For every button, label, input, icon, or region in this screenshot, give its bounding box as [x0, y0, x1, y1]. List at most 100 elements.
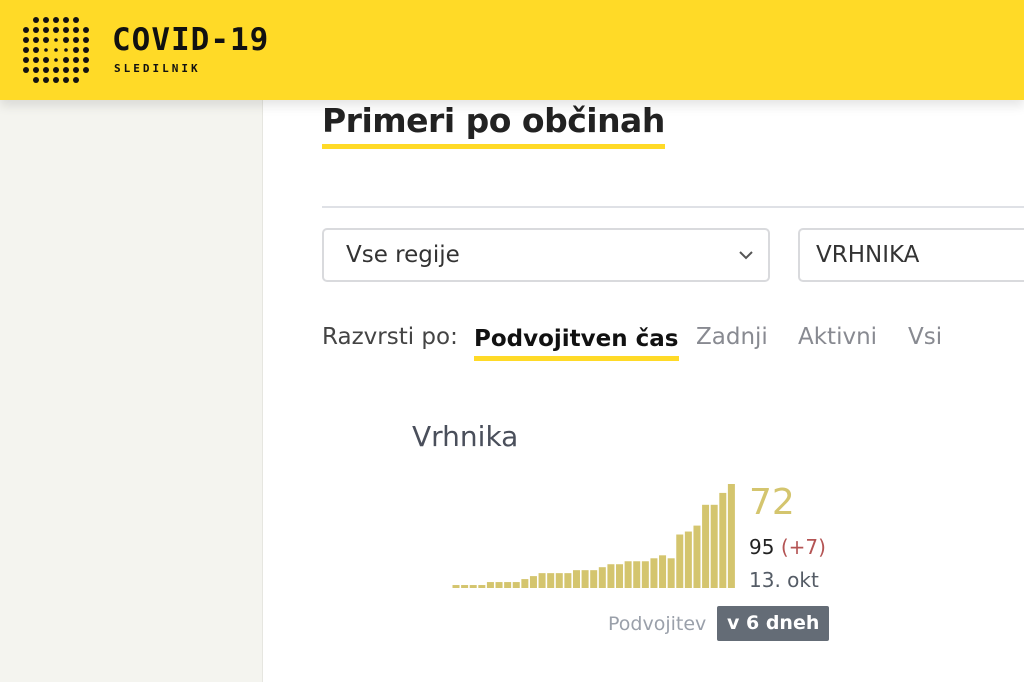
total-cases-value: 95 [749, 535, 775, 559]
municipality-name: Vrhnika [412, 420, 519, 453]
logo-dot [73, 27, 79, 33]
chart-bar [616, 564, 624, 588]
chart-bar [624, 561, 632, 588]
chart-bar [719, 492, 727, 588]
sort-label: Razvrsti po: [322, 324, 458, 350]
logo-dot [63, 17, 69, 23]
region-select[interactable]: Vse regije [322, 228, 770, 282]
chart-bar [555, 573, 563, 588]
doubling-badge: v 6 dneh [717, 606, 830, 641]
logo-dot [23, 27, 29, 33]
municipality-select[interactable]: VRHNIKA [798, 228, 1024, 282]
cases-delta: (+7) [780, 535, 826, 559]
sort-option-active[interactable]: Aktivni [798, 324, 877, 350]
chart-bar [667, 558, 675, 588]
site-header: COVID-19 SLEDILNIK [0, 0, 1024, 100]
chart-bar [461, 585, 469, 588]
section-divider [322, 206, 1024, 208]
chart-bar [590, 570, 598, 588]
logo-dot [33, 17, 39, 23]
logo-dot [43, 17, 49, 23]
chart-bar [607, 564, 615, 588]
logo-dot [63, 77, 69, 83]
page-title: Primeri po občinah [322, 100, 665, 149]
chart-bar [693, 525, 701, 588]
chart-bar [452, 585, 460, 588]
chart-bar [512, 582, 520, 588]
logo-dot [23, 67, 29, 73]
logo-dot [73, 57, 79, 63]
logo-dot [44, 48, 48, 52]
logo-dot [43, 67, 49, 73]
logo-dot [53, 27, 59, 33]
chart-bar [521, 579, 529, 588]
logo-title[interactable]: COVID-19 [112, 22, 269, 58]
logo-dot [73, 77, 79, 83]
logo-dot [63, 37, 69, 43]
chart-bar [581, 570, 589, 588]
logo-dot [83, 37, 89, 43]
logo-dot [43, 57, 49, 63]
logo-dot [23, 37, 29, 43]
logo-dot [83, 47, 89, 53]
logo-dot [33, 37, 39, 43]
logo-subtitle[interactable]: SLEDILNIK [114, 62, 201, 75]
logo-dot [73, 67, 79, 73]
logo-dot [64, 48, 68, 52]
chart-bar [659, 555, 667, 588]
logo-dot [23, 57, 29, 63]
logo-dot [23, 47, 29, 53]
sidebar [0, 100, 263, 682]
chart-bar [710, 504, 718, 588]
active-cases-value: 72 [749, 482, 795, 523]
chart-bar [633, 561, 641, 588]
doubling-label: Podvojitev [608, 613, 707, 635]
logo-dot [53, 17, 59, 23]
logo-dot [43, 77, 49, 83]
chart-bar [504, 582, 512, 588]
total-cases: 95 (+7) [749, 535, 826, 559]
dots-grid-logo-icon[interactable] [18, 12, 94, 88]
logo-dot [54, 58, 58, 62]
logo-dot [33, 77, 39, 83]
logo-dot [63, 67, 69, 73]
chart-bar [547, 573, 555, 588]
chevron-down-icon [739, 251, 753, 260]
logo-dot [43, 37, 49, 43]
sort-option-doubling-time[interactable]: Podvojitven čas [474, 322, 679, 361]
logo-dot [63, 57, 69, 63]
logo-dot [83, 57, 89, 63]
logo-dot [73, 47, 79, 53]
chart-bar [702, 504, 710, 588]
logo-dot [33, 47, 39, 53]
logo-dot [33, 67, 39, 73]
chart-bar [641, 561, 649, 588]
chart-bar [676, 534, 684, 588]
logo-dot [83, 67, 89, 73]
chart-bar [598, 567, 606, 588]
region-select-value: Vse regije [346, 242, 460, 268]
last-update-date: 13. okt [749, 568, 819, 592]
cases-bar-chart [452, 484, 735, 588]
chart-bar [478, 585, 486, 588]
logo-dot [83, 27, 89, 33]
chart-bar [486, 582, 494, 588]
municipality-select-value: VRHNIKA [816, 242, 920, 268]
chart-bar [572, 570, 580, 588]
sort-option-latest[interactable]: Zadnji [696, 324, 768, 350]
logo-dot [73, 17, 79, 23]
logo-dot [73, 37, 79, 43]
chart-bar [495, 582, 503, 588]
chart-bar [529, 576, 537, 588]
chart-bar [469, 585, 477, 588]
logo-dot [43, 27, 49, 33]
logo-dot [53, 77, 59, 83]
logo-dot [33, 57, 39, 63]
logo-dot [54, 38, 58, 42]
chart-bar [727, 484, 735, 588]
logo-dot [63, 27, 69, 33]
chart-bar [564, 573, 572, 588]
logo-dot [33, 27, 39, 33]
sort-option-all[interactable]: Vsi [908, 324, 942, 350]
logo-dot [53, 67, 59, 73]
